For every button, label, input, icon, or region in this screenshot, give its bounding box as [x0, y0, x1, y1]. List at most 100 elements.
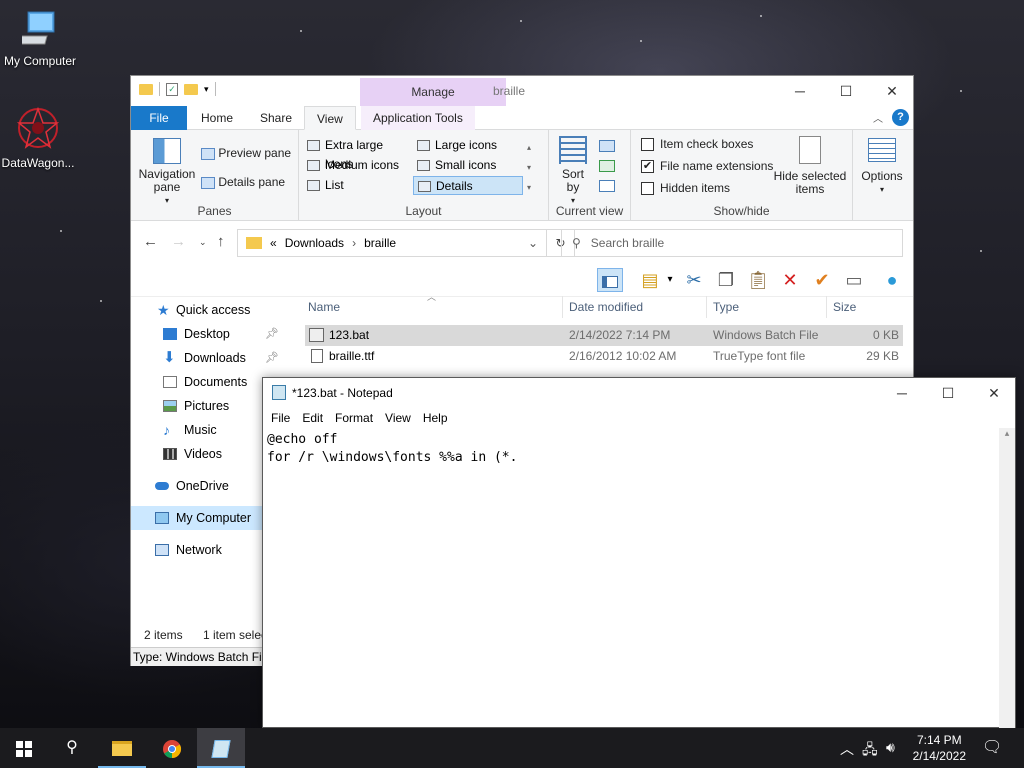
file-name-extensions-checkbox[interactable]: ✔ File name extensions — [641, 159, 773, 174]
tab-view[interactable]: View — [304, 106, 356, 130]
address-dropdown-icon[interactable]: ⌄ — [528, 236, 538, 250]
close-button[interactable]: ✕ — [869, 76, 915, 106]
tab-home[interactable]: Home — [189, 106, 245, 130]
vertical-scrollbar[interactable]: ▴ — [999, 428, 1015, 728]
new-folder-icon[interactable] — [184, 83, 198, 95]
hide-selected-items-button[interactable]: Hide selected items — [771, 136, 849, 196]
file-row[interactable]: braille.ttf 2/16/2012 10:02 AM TrueType … — [305, 346, 903, 367]
search-box[interactable]: ⚲ Search braille — [561, 229, 903, 257]
layout-details[interactable]: Details — [413, 176, 523, 195]
up-button[interactable]: ↑ — [217, 233, 225, 250]
menu-format[interactable]: Format — [329, 408, 379, 428]
medium-icons-icon — [307, 160, 320, 171]
back-button[interactable]: ← — [143, 233, 158, 250]
options-button[interactable]: Options ▾ — [857, 138, 907, 196]
forward-button[interactable]: → — [171, 233, 186, 250]
network-icon[interactable]: 🖧︎ — [862, 739, 878, 763]
minimize-button[interactable]: ─ — [777, 76, 823, 106]
add-columns-icon[interactable] — [599, 160, 615, 172]
volume-icon[interactable]: 🔊︎ — [886, 739, 895, 756]
nav-downloads[interactable]: ⬇ Downloads 📌︎ — [131, 346, 301, 370]
file-row[interactable]: 123.bat 2/14/2022 7:14 PM Windows Batch … — [305, 325, 903, 346]
layout-list[interactable]: List — [303, 176, 413, 195]
column-header-name[interactable]: Name — [303, 296, 563, 318]
sort-by-icon — [559, 136, 587, 164]
details-pane-button[interactable]: Details pane — [201, 175, 285, 189]
notepad-text-area[interactable]: @echo off for /r \windows\fonts %%a in (… — [263, 428, 1000, 728]
breadcrumb-downloads[interactable]: Downloads — [285, 236, 344, 250]
properties-icon[interactable]: ▭ — [841, 268, 867, 292]
layout-large-icons[interactable]: Large icons — [413, 136, 523, 155]
size-columns-icon[interactable] — [599, 180, 615, 192]
file-name: braille.ttf — [329, 349, 375, 363]
help-icon[interactable]: ? — [892, 109, 909, 126]
column-header-type[interactable]: Type — [708, 296, 827, 318]
cloud-icon — [155, 482, 169, 490]
tab-share[interactable]: Share — [248, 106, 304, 130]
group-label: Layout — [405, 204, 442, 218]
address-bar[interactable]: « Downloads › braille ⌄ — [237, 229, 547, 257]
globe-icon[interactable]: ● — [879, 268, 905, 292]
quick-access-toolbar: ✓ ▾ — [139, 82, 216, 96]
column-header-date-modified[interactable]: Date modified — [564, 296, 707, 318]
taskbar-file-explorer[interactable] — [98, 728, 146, 768]
layout-medium-icons[interactable]: Medium icons — [303, 156, 413, 175]
pin-icon: 📌︎ — [265, 328, 279, 340]
tab-file[interactable]: File — [131, 106, 187, 130]
column-header-size[interactable]: Size — [828, 296, 903, 318]
start-button[interactable] — [0, 728, 48, 768]
close-button[interactable]: ✕ — [971, 378, 1017, 408]
new-item-dropdown-icon[interactable]: ▾ — [657, 268, 683, 292]
menu-file[interactable]: File — [265, 408, 296, 428]
file-date: 2/14/2022 7:14 PM — [569, 328, 671, 342]
preview-pane-button[interactable]: Preview pane — [201, 146, 291, 160]
desktop-icon-my-computer[interactable]: My Computer — [0, 10, 80, 68]
menu-help[interactable]: Help — [417, 408, 454, 428]
group-by-icon[interactable] — [599, 140, 615, 152]
cut-icon[interactable]: ✂ — [681, 268, 707, 292]
copy-icon[interactable]: ❐ — [713, 268, 739, 292]
collapse-ribbon-icon[interactable]: ︿ — [873, 110, 883, 125]
folder-icon[interactable] — [139, 83, 153, 95]
documents-icon — [163, 376, 177, 388]
hidden-items-checkbox[interactable]: Hidden items — [641, 181, 730, 196]
notepad-icon — [272, 385, 286, 400]
desktop-icon-datawagon[interactable]: DataWagon... — [0, 106, 78, 170]
show-hidden-icons-icon[interactable]: ︿ — [840, 739, 854, 759]
nav-desktop[interactable]: Desktop 📌︎ — [131, 322, 301, 346]
taskbar-chrome[interactable] — [148, 728, 196, 768]
search-button[interactable]: ⚲ — [48, 728, 96, 768]
nav-quick-access[interactable]: ★ Quick access — [131, 298, 301, 322]
layout-small-icons[interactable]: Small icons — [413, 156, 523, 175]
navigation-pane-button[interactable]: Navigation pane ▾ — [137, 136, 197, 207]
rename-icon[interactable]: ✔ — [809, 268, 835, 292]
sort-by-button[interactable]: Sort by ▾ — [555, 136, 591, 207]
tab-manage[interactable]: Manage — [360, 78, 506, 106]
properties-icon[interactable]: ✓ — [166, 82, 178, 96]
details-icon — [418, 181, 431, 192]
customize-qat-icon[interactable]: ▾ — [204, 84, 209, 95]
tab-application-tools[interactable]: Application Tools — [361, 106, 475, 130]
preview-pane-toggle-icon[interactable] — [597, 268, 623, 292]
taskbar-notepad[interactable] — [197, 728, 245, 768]
videos-icon — [163, 448, 177, 460]
menu-edit[interactable]: Edit — [296, 408, 329, 428]
action-center-icon[interactable]: 🗨︎ — [982, 737, 1002, 757]
file-size: 29 KB — [866, 349, 899, 363]
item-check-boxes-checkbox[interactable]: Item check boxes — [641, 137, 753, 152]
maximize-button[interactable]: ☐ — [823, 76, 869, 106]
breadcrumb-braille[interactable]: braille — [364, 236, 396, 250]
layout-extra-large-icons[interactable]: Extra large icons — [303, 136, 413, 171]
clock[interactable]: 7:14 PM 2/14/2022 — [913, 732, 966, 764]
paste-icon[interactable]: 📋︎ — [745, 268, 771, 292]
folder-icon — [246, 237, 262, 249]
menu-view[interactable]: View — [379, 408, 417, 428]
layout-scroll-icon[interactable]: ▴ ▾ ▾ — [527, 138, 531, 198]
breadcrumb-overflow[interactable]: « — [270, 236, 277, 250]
recent-locations-button[interactable]: ⌄ — [199, 237, 207, 248]
minimize-button[interactable]: ─ — [879, 378, 925, 408]
delete-icon[interactable]: ✕ — [777, 268, 803, 292]
maximize-button[interactable]: ☐ — [925, 378, 971, 408]
scroll-up-icon[interactable]: ▴ — [999, 428, 1015, 439]
chevron-right-icon[interactable]: › — [352, 236, 356, 250]
